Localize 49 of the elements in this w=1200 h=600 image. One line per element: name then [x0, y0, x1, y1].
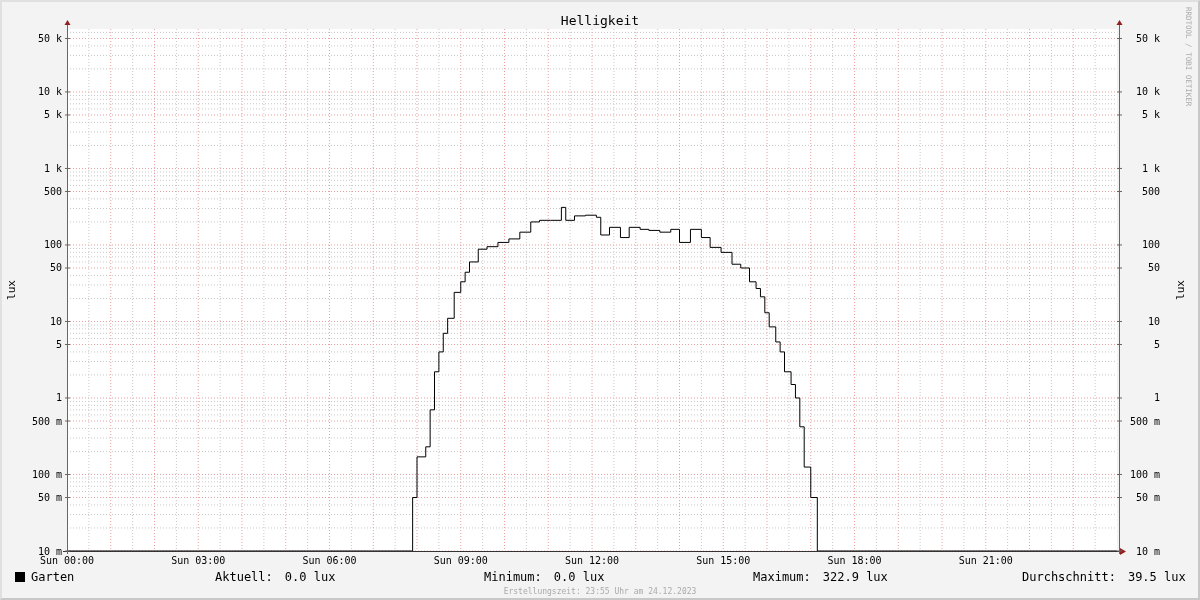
tick-label: 50 m	[1135, 492, 1160, 503]
tick-label: 50 k	[1135, 33, 1160, 44]
tick-label: Sun 03:00	[171, 555, 226, 566]
tick-label: 50	[1147, 262, 1160, 274]
tick-label: 5	[1153, 339, 1160, 350]
tick-label: Sun 21:00	[958, 555, 1013, 566]
tick-label: 10 m	[37, 545, 62, 557]
tick-label: Sun 09:00	[433, 555, 488, 566]
tick-label: 500 m	[1129, 415, 1160, 427]
tick-label: 500 m	[31, 415, 62, 427]
tick-label: 5 k	[43, 109, 62, 121]
tick-label: Sun 15:00	[696, 555, 751, 566]
tick-label: 1 k	[1141, 162, 1160, 174]
stat-label: Aktuell:	[215, 569, 273, 584]
tick-label: Sun 18:00	[827, 555, 882, 566]
tick-label: 500	[1141, 186, 1160, 197]
chart-title: Helligkeit	[560, 13, 640, 28]
stat-value: 0.0 lux	[284, 569, 336, 584]
tick-label: 500	[43, 186, 62, 197]
tick-label: 5 k	[1141, 109, 1160, 121]
tick-label: 1 k	[43, 162, 62, 174]
tick-label: 100 m	[1129, 469, 1160, 480]
timestamp-text: Erstellungszeit: 23:55 Uhr am 24.12.2023	[502, 587, 698, 596]
tick-label: 5	[55, 339, 62, 350]
tick-label: Sun 12:00	[564, 555, 620, 566]
axis-label: lux	[1173, 280, 1187, 300]
tick-label: 50	[49, 262, 62, 274]
tick-label: 50 m	[37, 492, 62, 503]
tick-label: 100	[1141, 239, 1160, 251]
tick-label: 1	[55, 392, 62, 404]
stat-label: Durchschnitt:	[1022, 569, 1116, 584]
stat-value: 322.9 lux	[822, 569, 888, 584]
tick-label: 10	[1147, 316, 1160, 327]
stat-value: 39.5 lux	[1127, 569, 1186, 584]
tick-label: 50 k	[37, 33, 62, 44]
tick-label: 10	[49, 316, 62, 327]
axis-label: lux	[4, 280, 18, 300]
tick-label: Sun 06:00	[302, 555, 357, 566]
tick-label: 10 m	[1135, 545, 1160, 557]
tick-label: 10 k	[1135, 86, 1160, 98]
legend-label: Garten	[31, 569, 75, 584]
tick-label: 100 m	[31, 469, 62, 480]
tick-label: 10 k	[37, 86, 62, 98]
stat-label: Minimum:	[484, 569, 542, 584]
tick-label: 100	[43, 239, 62, 251]
stat-label: Maximum:	[753, 569, 811, 584]
tick-label: 1	[1153, 392, 1160, 404]
tick-label: Sun 00:00	[39, 555, 95, 566]
stat-value: 0.0 lux	[553, 569, 605, 584]
